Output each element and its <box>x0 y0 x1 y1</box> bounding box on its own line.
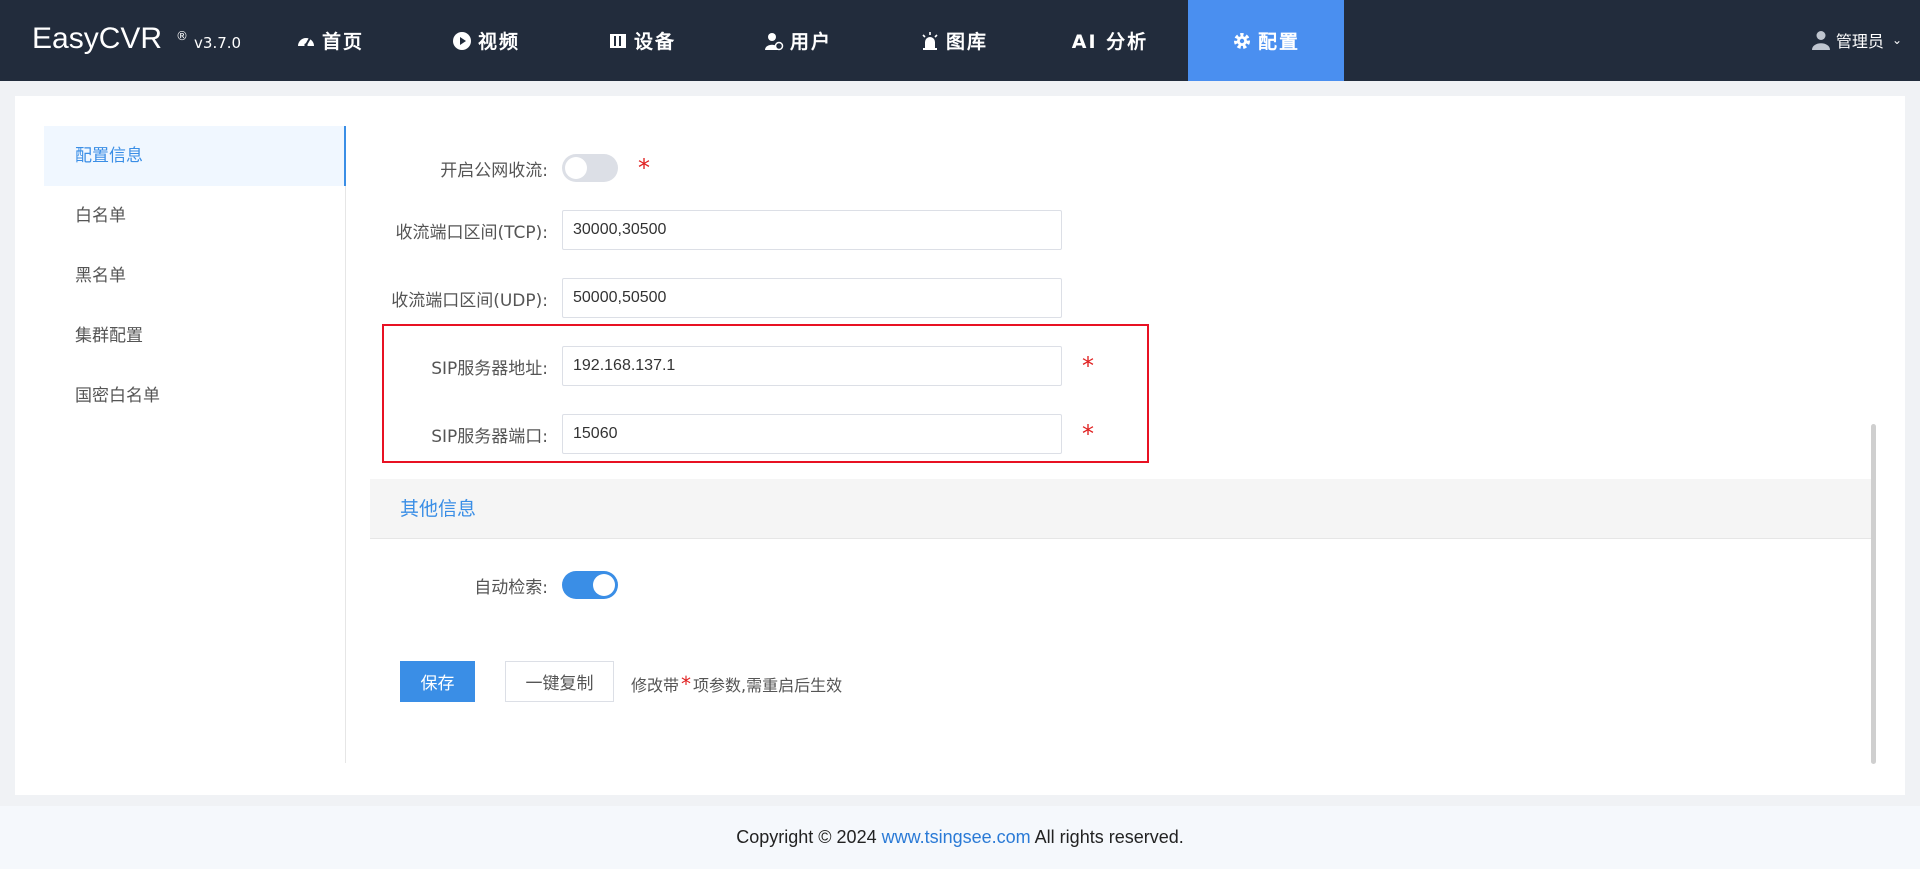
chevron-down-icon: ⌄ <box>1891 33 1902 47</box>
required-star: * <box>1082 352 1094 380</box>
switch-knob <box>565 157 587 179</box>
main-nav: 首页 视频 设备 用户 图库 AI 分析 配置 <box>252 0 1344 81</box>
nav-device[interactable]: 设备 <box>564 0 720 81</box>
app-logo[interactable]: EasyCVR ® v3.7.0 <box>32 22 241 58</box>
nav-ai-label: AI 分析 <box>1071 31 1149 53</box>
nav-ai[interactable]: AI 分析 <box>1032 0 1188 81</box>
auto-search-row: 自动检索: <box>362 571 618 599</box>
restart-hint: 修改带 * 项参数,需重启后生效 <box>631 672 842 696</box>
user-name: 管理员 <box>1835 32 1884 51</box>
udp-range-row: 收流端口区间(UDP): <box>362 278 1062 318</box>
sip-port-row: SIP服务器端口: * <box>362 414 1094 454</box>
top-navbar: EasyCVR ® v3.7.0 首页 视频 设备 用户 图库 AI 分析 配置… <box>0 0 1920 81</box>
copy-button[interactable]: 一键复制 <box>505 661 614 702</box>
tcp-range-row: 收流端口区间(TCP): <box>362 210 1062 250</box>
sidebar-item-blacklist[interactable]: 黑名单 <box>44 246 345 306</box>
nav-home-label: 首页 <box>321 31 364 53</box>
public-stream-label: 开启公网收流: <box>440 160 548 181</box>
auto-search-label: 自动检索: <box>474 577 548 598</box>
nav-user-label: 用户 <box>789 31 832 53</box>
gear-icon <box>1232 31 1252 51</box>
sip-port-label: SIP服务器端口: <box>431 426 548 447</box>
rights-text: All rights reserved. <box>1030 827 1184 847</box>
udp-range-input[interactable] <box>562 278 1062 318</box>
nav-config-label: 配置 <box>1257 31 1300 53</box>
footer: Copyright © 2024 www.tsingsee.com All ri… <box>0 806 1920 869</box>
hint-suffix: 项参数,需重启后生效 <box>693 676 843 695</box>
tcp-range-label: 收流端口区间(TCP): <box>395 222 548 243</box>
auto-search-switch[interactable] <box>562 571 618 599</box>
config-sidebar: 配置信息 白名单 黑名单 集群配置 国密白名单 <box>44 126 346 763</box>
nav-user[interactable]: 用户 <box>720 0 876 81</box>
nav-gallery[interactable]: 图库 <box>876 0 1032 81</box>
app-version: v3.7.0 <box>194 34 242 52</box>
sip-address-label: SIP服务器地址: <box>431 358 548 379</box>
user-gear-icon <box>764 31 784 51</box>
section-title: 其他信息 <box>400 498 477 520</box>
public-stream-switch[interactable] <box>562 154 618 182</box>
sidebar-item-gm-whitelist[interactable]: 国密白名单 <box>44 366 345 426</box>
required-star: * <box>1082 420 1094 448</box>
udp-range-label: 收流端口区间(UDP): <box>391 290 548 311</box>
copyright-text: Copyright © 2024 <box>736 827 882 847</box>
tcp-range-input[interactable] <box>562 210 1062 250</box>
registered-mark: ® <box>176 29 189 43</box>
switch-knob <box>593 574 615 596</box>
other-info-section: 其他信息 <box>370 479 1872 539</box>
sip-address-row: SIP服务器地址: * <box>362 346 1094 386</box>
scrollbar-thumb[interactable] <box>1871 424 1876 764</box>
nav-home[interactable]: 首页 <box>252 0 408 81</box>
dashboard-icon <box>296 31 316 51</box>
nav-video[interactable]: 视频 <box>408 0 564 81</box>
sip-port-input[interactable] <box>562 414 1062 454</box>
save-button[interactable]: 保存 <box>400 661 475 702</box>
alarm-icon <box>920 31 940 51</box>
company-link[interactable]: www.tsingsee.com <box>882 827 1031 847</box>
sidebar-item-config-info[interactable]: 配置信息 <box>44 126 346 186</box>
app-name: EasyCVR <box>32 22 163 55</box>
user-menu[interactable]: 管理员 ⌄ <box>1811 28 1902 52</box>
public-stream-row: 开启公网收流: * <box>362 148 650 188</box>
play-icon <box>452 31 472 51</box>
nav-config[interactable]: 配置 <box>1188 0 1344 81</box>
hint-prefix: 修改带 <box>631 676 680 695</box>
nav-device-label: 设备 <box>633 31 676 53</box>
sidebar-item-cluster[interactable]: 集群配置 <box>44 306 345 366</box>
required-star: * <box>638 154 650 182</box>
sip-address-input[interactable] <box>562 346 1062 386</box>
nav-gallery-label: 图库 <box>945 31 988 53</box>
nav-video-label: 视频 <box>477 31 520 53</box>
device-icon <box>608 31 628 51</box>
user-icon <box>1811 30 1830 50</box>
hint-star: * <box>681 672 692 696</box>
sidebar-item-whitelist[interactable]: 白名单 <box>44 186 345 246</box>
